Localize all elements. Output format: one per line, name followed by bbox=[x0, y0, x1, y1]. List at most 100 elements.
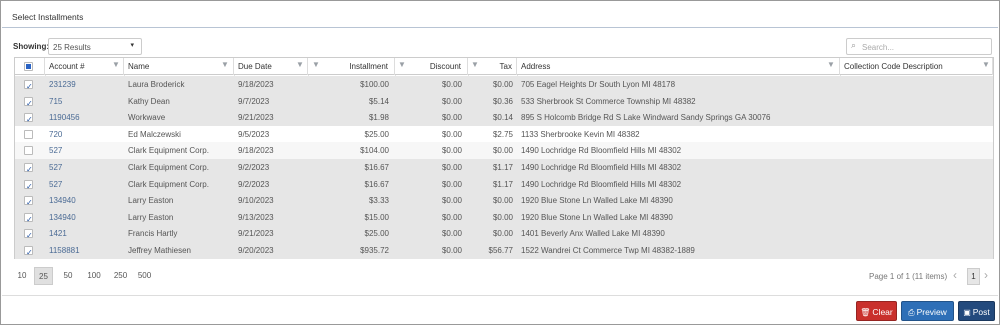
post-button[interactable]: ▣ Post bbox=[958, 301, 995, 321]
filter-icon[interactable]: ▼ bbox=[827, 60, 835, 69]
cell-tax: $0.00 bbox=[492, 229, 513, 239]
row-checkbox[interactable]: ✓ bbox=[24, 212, 33, 224]
prev-page-icon[interactable]: ‹ bbox=[953, 267, 957, 285]
cell-name: Workwave bbox=[128, 113, 166, 123]
cell-installment: $25.00 bbox=[364, 229, 389, 239]
filter-icon[interactable]: ▼ bbox=[221, 60, 229, 69]
dialog-frame: Select Installments Showing: 25 Results … bbox=[0, 0, 1000, 325]
page-size-option[interactable]: 500 bbox=[135, 267, 154, 285]
table-row[interactable]: 720 Ed Malczewski 9/5/2023 $25.00 $0.00 $2.75… bbox=[15, 125, 993, 143]
cell-discount: $0.00 bbox=[441, 246, 462, 255]
cell-account[interactable]: 527 bbox=[46, 159, 124, 176]
row-checkbox[interactable]: ✓ bbox=[24, 80, 33, 91]
check-icon: ✓ bbox=[26, 181, 33, 191]
row-checkbox[interactable] bbox=[24, 146, 33, 156]
cell-due-date: 9/21/2023 bbox=[238, 229, 274, 239]
cell-name: Clark Equipment Corp. bbox=[128, 179, 209, 189]
col-name-header[interactable]: Name bbox=[125, 58, 234, 75]
cell-tax: $0.00 bbox=[492, 212, 513, 222]
cell-account[interactable]: 134940 bbox=[46, 209, 124, 226]
cell-address: 1490 Lochridge Rd Bloomfield Hills MI 48… bbox=[521, 179, 682, 189]
cell-account[interactable]: 1421 bbox=[46, 225, 124, 242]
page-size-option[interactable]: 25 bbox=[34, 267, 53, 285]
cell-account[interactable]: 720 bbox=[46, 126, 124, 143]
cell-due-date: 9/13/2023 bbox=[238, 212, 274, 222]
cell-account[interactable]: 1190456 bbox=[46, 109, 124, 126]
current-page-button[interactable]: 1 bbox=[967, 268, 980, 285]
cell-installment: $100.00 bbox=[360, 80, 389, 89]
table-row[interactable]: ✓ 231239 Laura Broderick 9/18/2023 $100.00 $0… bbox=[15, 76, 993, 93]
grid-header-row: Account # ▼ Name ▼ Due Date ▼ Installmen… bbox=[15, 58, 993, 75]
cell-collection bbox=[841, 126, 993, 143]
col-collection-header[interactable]: Collection Code Description bbox=[841, 58, 993, 75]
row-checkbox[interactable]: ✓ bbox=[24, 179, 33, 191]
table-row[interactable]: ✓ 715 Kathy Dean 9/7/2023 $5.14 $0.00 $0.36 533… bbox=[15, 92, 993, 110]
row-checkbox[interactable]: ✓ bbox=[24, 96, 33, 108]
filter-icon[interactable]: ▼ bbox=[112, 60, 120, 69]
cell-installment: $3.33 bbox=[368, 196, 389, 206]
cell-due-date: 9/7/2023 bbox=[238, 96, 270, 106]
table-row[interactable]: ✓ 134940 Larry Easton 9/10/2023 $3.33 $0.00 $0… bbox=[15, 192, 993, 210]
cell-address: 1401 Beverly Anx Walled Lake MI 48390 bbox=[521, 229, 665, 239]
caret-down-icon: ▾ bbox=[130, 42, 134, 49]
page-size-option[interactable]: 10 bbox=[14, 267, 30, 285]
cell-due-date: 9/2/2023 bbox=[238, 179, 270, 189]
col-address-header[interactable]: Address bbox=[518, 58, 840, 75]
cell-collection bbox=[841, 176, 993, 193]
cell-name: Laura Broderick bbox=[128, 80, 185, 89]
check-icon: ✓ bbox=[26, 231, 33, 241]
row-checkbox[interactable] bbox=[24, 129, 33, 139]
page-size-option[interactable]: 50 bbox=[59, 267, 77, 285]
cell-collection bbox=[841, 209, 993, 226]
col-installment-header[interactable]: Installment bbox=[309, 58, 395, 75]
filter-icon[interactable]: ▼ bbox=[312, 60, 320, 69]
cell-name: Clark Equipment Corp. bbox=[128, 146, 209, 156]
table-row[interactable]: ✓ 527 Clark Equipment Corp. 9/2/2023 $16.67 $… bbox=[15, 159, 993, 176]
cell-collection bbox=[841, 93, 993, 110]
cell-account[interactable]: 715 bbox=[46, 93, 124, 110]
cell-discount: $0.00 bbox=[441, 163, 462, 172]
row-checkbox[interactable]: ✓ bbox=[24, 113, 33, 124]
cell-address: 1920 Blue Stone Ln Walled Lake MI 48390 bbox=[521, 212, 673, 222]
cell-account[interactable]: 134940 bbox=[46, 192, 124, 209]
cell-account[interactable]: 527 bbox=[46, 176, 124, 193]
filter-icon[interactable]: ▼ bbox=[471, 60, 479, 69]
table-row[interactable]: ✓ 527 Clark Equipment Corp. 9/2/2023 $16.67 $… bbox=[15, 175, 993, 193]
cell-discount: $0.00 bbox=[441, 146, 462, 156]
table-row[interactable]: ✓ 1190456 Workwave 9/21/2023 $1.98 $0.00 $0.14… bbox=[15, 109, 993, 127]
preview-button[interactable]: ⎙ Preview bbox=[901, 301, 954, 321]
cell-installment: $935.72 bbox=[360, 246, 389, 255]
table-row[interactable]: ✓ 1158881 Jeffrey Mathiesen 9/20/2023 $935.7… bbox=[15, 242, 993, 259]
cell-account[interactable]: 231239 bbox=[46, 76, 124, 93]
row-checkbox[interactable]: ✓ bbox=[24, 196, 33, 207]
filter-icon[interactable]: ▼ bbox=[296, 60, 304, 69]
cell-account[interactable]: 527 bbox=[46, 142, 124, 159]
row-checkbox[interactable]: ✓ bbox=[24, 163, 33, 174]
showing-select[interactable]: 25 Results ▾ bbox=[48, 38, 142, 55]
cell-address: 1133 Sherbrooke Kevin MI 48382 bbox=[521, 129, 640, 139]
filter-icon[interactable]: ▼ bbox=[982, 60, 990, 69]
table-row[interactable]: ✓ 1421 Francis Hartly 9/21/2023 $25.00 $0.00 $… bbox=[15, 225, 993, 243]
cell-address: 705 Eagel Heights Dr South Lyon MI 48178 bbox=[521, 80, 676, 89]
row-checkbox[interactable]: ✓ bbox=[24, 246, 33, 257]
dialog-titlebar: Select Installments bbox=[2, 2, 998, 28]
select-all-checkbox[interactable] bbox=[24, 62, 33, 71]
cell-collection bbox=[841, 225, 993, 242]
page-size-option[interactable]: 250 bbox=[112, 267, 129, 285]
clear-button[interactable]: 🗑 Clear bbox=[856, 301, 897, 321]
table-row[interactable]: 527 Clark Equipment Corp. 9/18/2023 $104.00… bbox=[15, 142, 993, 160]
installments-grid: Account # ▼ Name ▼ Due Date ▼ Installmen… bbox=[14, 57, 994, 259]
next-page-icon[interactable]: › bbox=[984, 267, 988, 285]
row-checkbox[interactable]: ✓ bbox=[24, 229, 33, 240]
cell-installment: $15.00 bbox=[364, 212, 389, 222]
cell-discount: $0.00 bbox=[441, 80, 462, 89]
filter-icon[interactable]: ▼ bbox=[398, 60, 406, 69]
cell-discount: $0.00 bbox=[441, 179, 462, 189]
table-row[interactable]: ✓ 134940 Larry Easton 9/13/2023 $15.00 $0.00 $… bbox=[15, 208, 993, 226]
cell-tax: $0.00 bbox=[492, 80, 513, 89]
col-discount-header[interactable]: Discount bbox=[396, 58, 468, 75]
cell-account[interactable]: 1158881 bbox=[46, 242, 124, 259]
search-input[interactable]: ⌕ Search... bbox=[846, 38, 992, 55]
page-size-option[interactable]: 100 bbox=[84, 267, 104, 285]
cell-installment: $16.67 bbox=[364, 179, 389, 189]
